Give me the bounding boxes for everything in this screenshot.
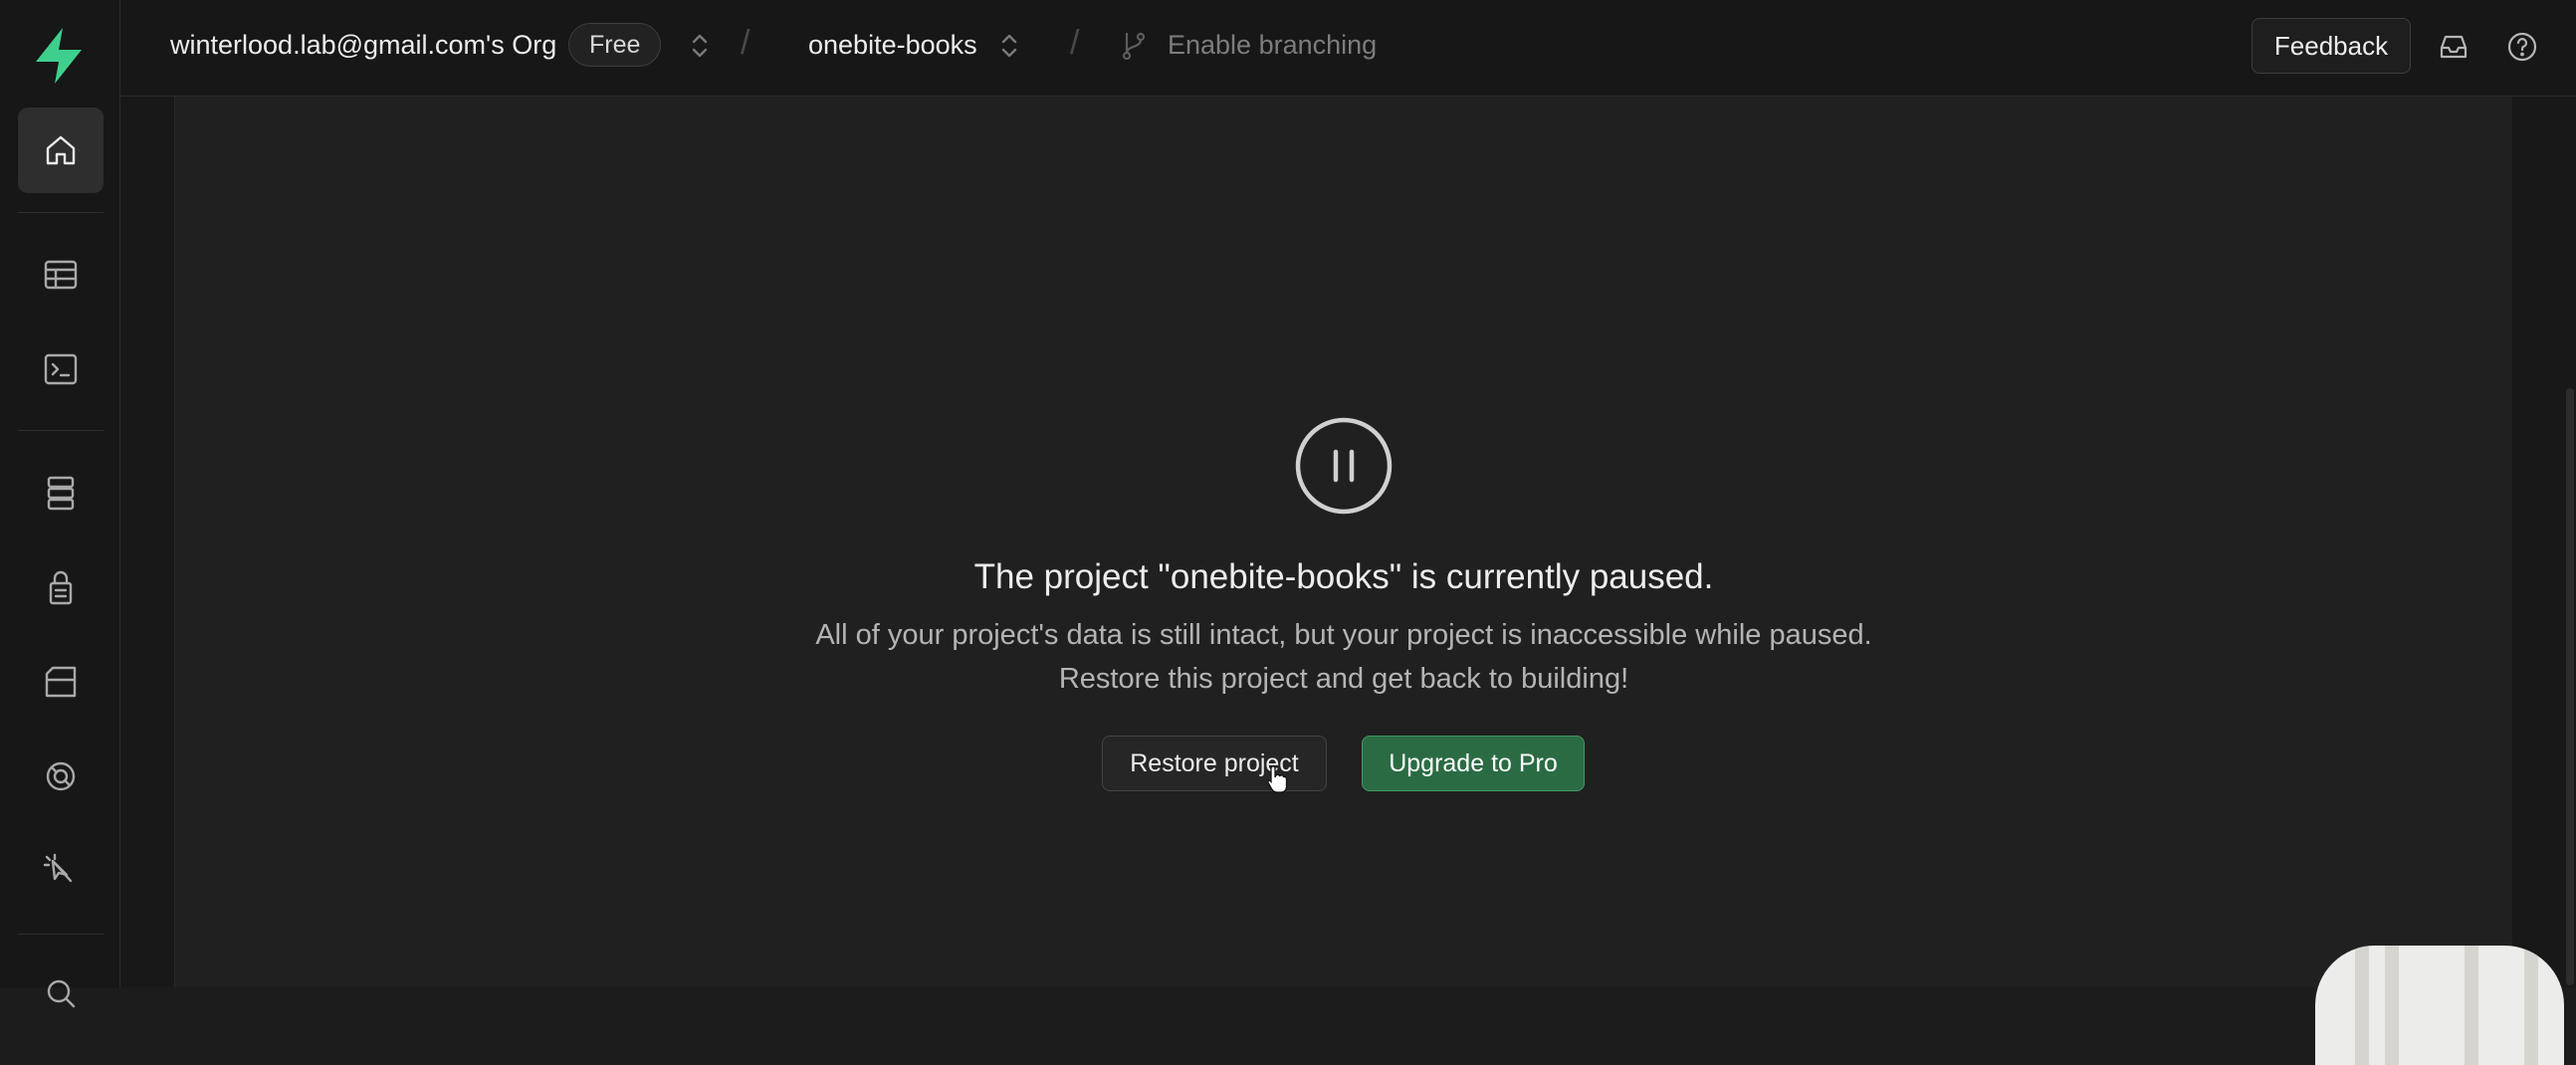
hand-cursor-icon <box>1267 765 1288 793</box>
realtime-icon <box>46 761 76 791</box>
sidebar <box>0 0 120 1008</box>
main-gutter-left <box>120 97 174 987</box>
main-content <box>174 97 2514 987</box>
terminal-icon <box>44 353 78 385</box>
top-bar: winterlood.lab@gmail.com's Org Free / on… <box>120 0 2576 97</box>
enable-branching-button[interactable]: Enable branching <box>1168 30 1377 61</box>
plan-badge: Free <box>568 23 662 67</box>
sidebar-divider <box>18 212 104 213</box>
breadcrumb-separator: / <box>1070 24 1080 62</box>
pointer-icon <box>43 853 73 883</box>
paused-title: The project "onebite-books" is currently… <box>973 557 1714 596</box>
sidebar-item-table-editor[interactable] <box>18 232 104 318</box>
pause-icon <box>1294 416 1394 516</box>
home-icon <box>46 135 76 165</box>
paused-description-line1: All of your project's data is still inta… <box>815 619 1872 651</box>
database-icon <box>47 476 75 511</box>
git-branch-icon <box>1119 30 1149 62</box>
sidebar-item-home[interactable] <box>18 107 104 193</box>
org-name[interactable]: winterlood.lab@gmail.com's Org <box>170 30 556 61</box>
inbox-icon[interactable] <box>2437 30 2470 64</box>
project-switcher-chevron-icon[interactable] <box>998 30 1020 62</box>
supabase-logo-icon[interactable] <box>30 26 88 86</box>
sidebar-item-realtime[interactable] <box>18 734 104 819</box>
paused-description-line2: Restore this project and get back to bui… <box>1058 663 1629 695</box>
project-name[interactable]: onebite-books <box>808 30 977 61</box>
breadcrumb-separator: / <box>741 24 751 62</box>
upgrade-to-pro-button[interactable]: Upgrade to Pro <box>1362 736 1585 791</box>
corner-chat-widget[interactable] <box>2315 946 2564 1065</box>
table-icon <box>44 260 78 290</box>
sidebar-divider <box>18 430 104 431</box>
search-icon <box>47 979 76 1008</box>
sidebar-item-search[interactable] <box>18 951 104 1036</box>
org-switcher-chevron-icon[interactable] <box>689 30 711 62</box>
restore-project-button[interactable]: Restore project <box>1102 736 1327 791</box>
sidebar-item-database[interactable] <box>18 450 104 535</box>
sidebar-item-advisors[interactable] <box>18 828 104 914</box>
feedback-button[interactable]: Feedback <box>2252 18 2411 74</box>
sidebar-divider <box>18 934 104 935</box>
sidebar-item-sql-editor[interactable] <box>18 326 104 412</box>
help-icon[interactable] <box>2505 30 2539 64</box>
